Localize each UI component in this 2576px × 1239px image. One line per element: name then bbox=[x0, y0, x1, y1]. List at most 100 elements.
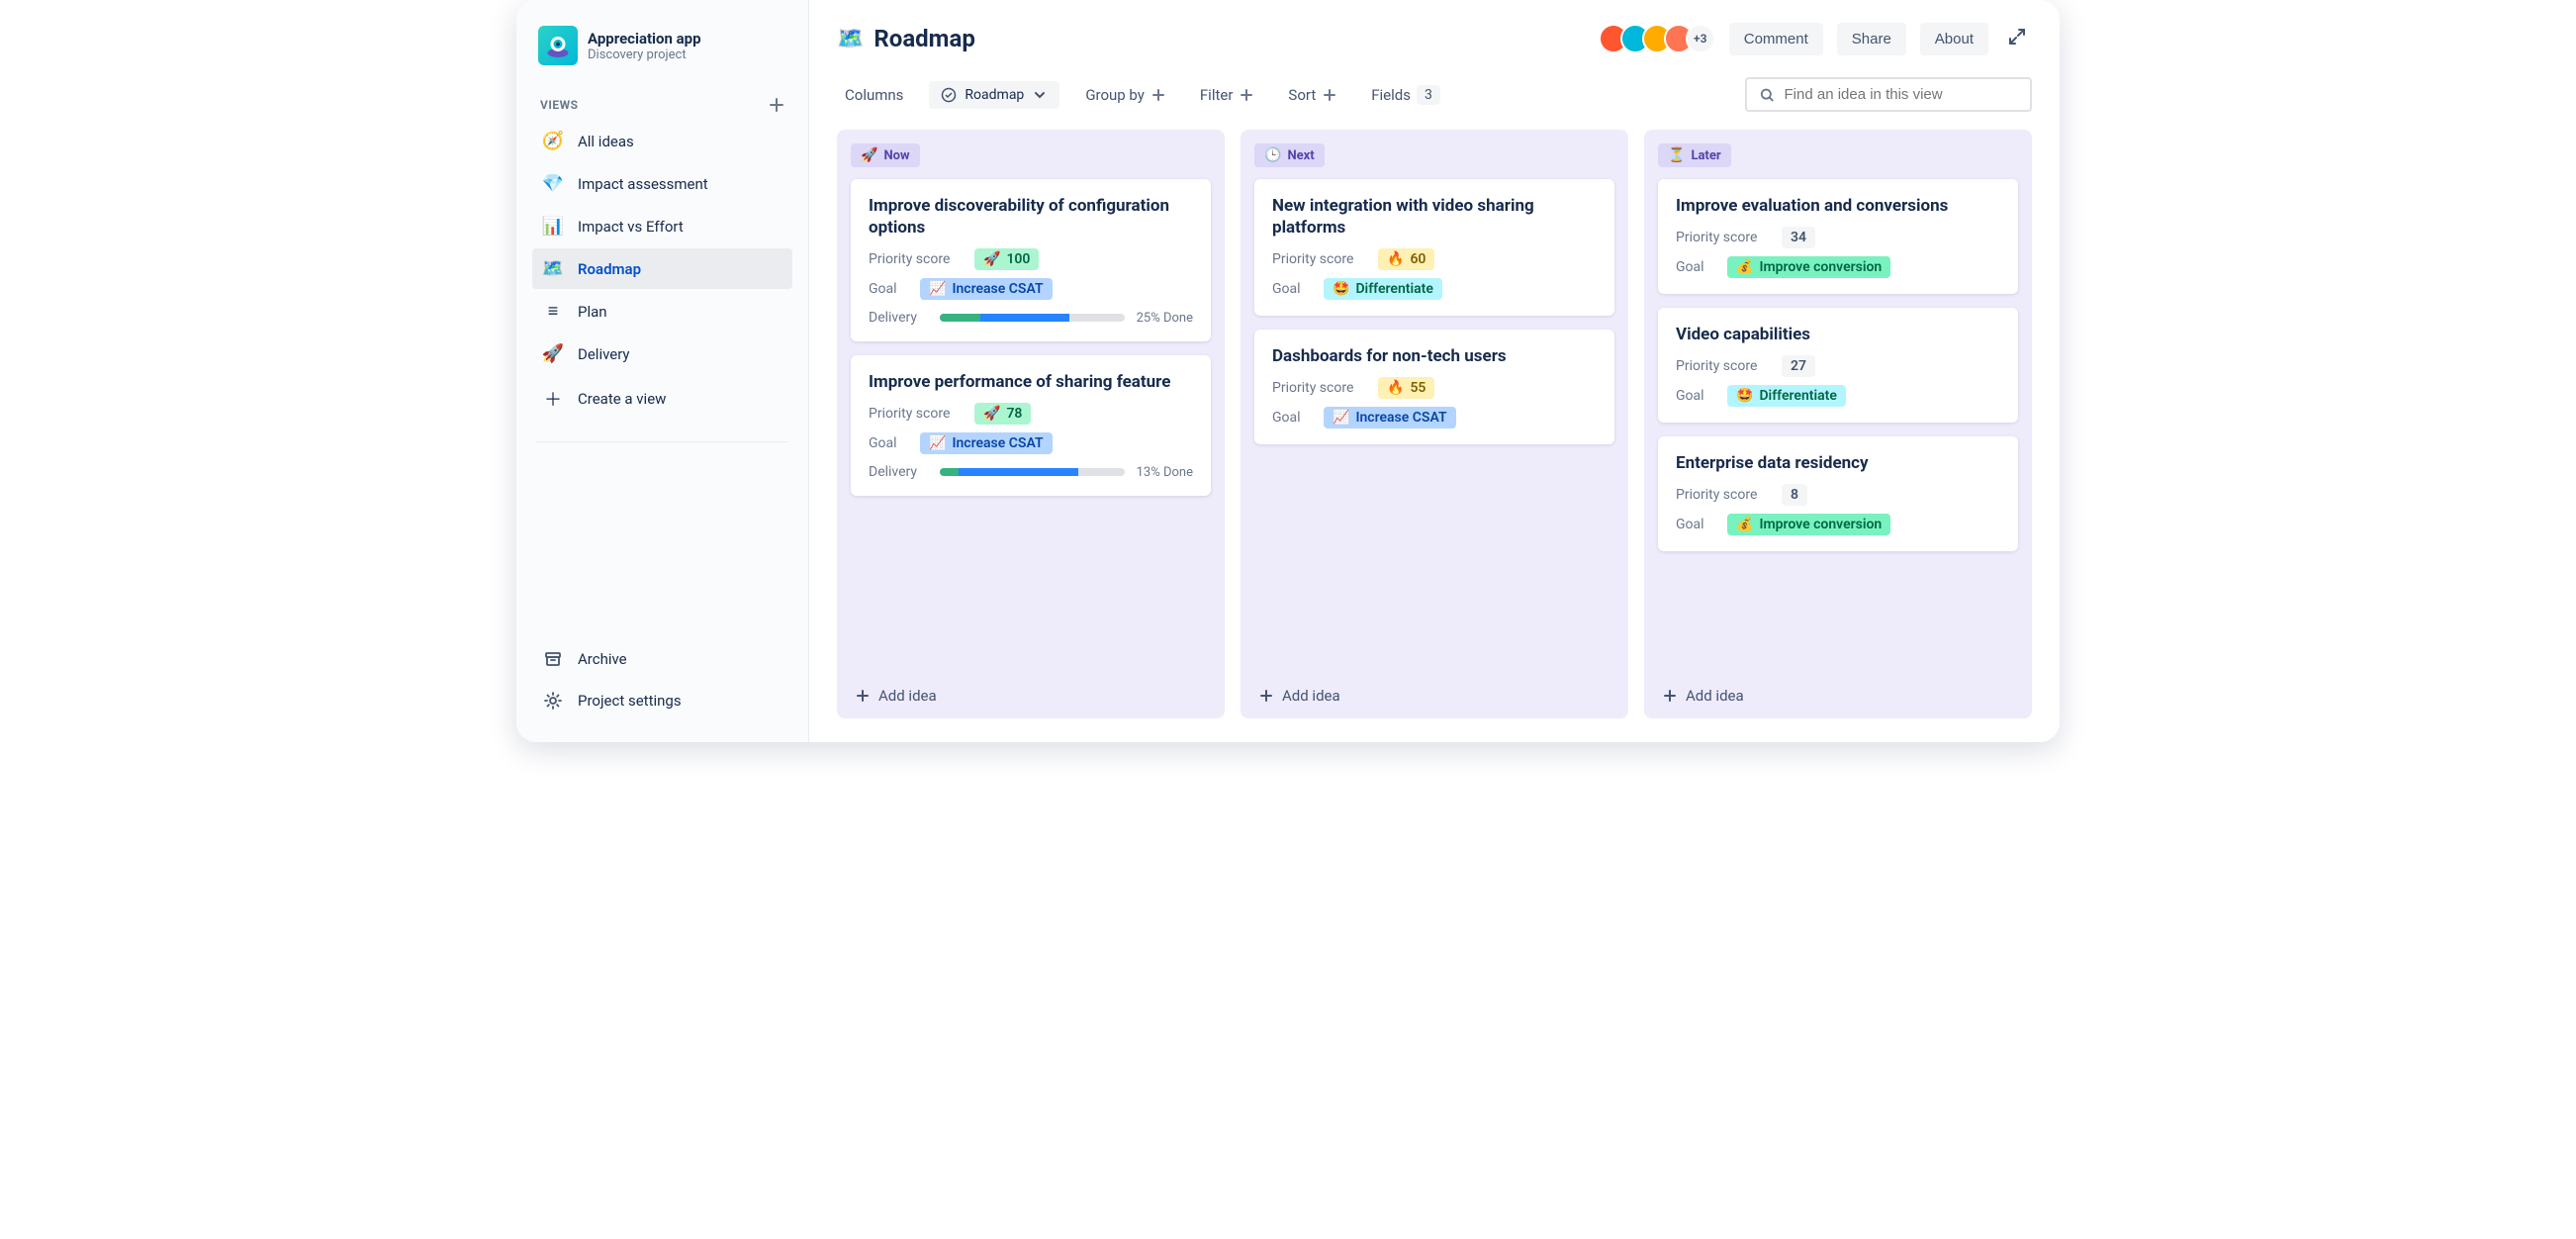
cards-container: New integration with video sharing platf… bbox=[1254, 179, 1614, 444]
goal-value: 📈 Increase CSAT bbox=[920, 278, 1053, 300]
goal-text: Improve conversion bbox=[1759, 259, 1882, 275]
columns-label: Columns bbox=[845, 86, 903, 104]
avatars[interactable]: +3 bbox=[1599, 24, 1715, 53]
board: 🚀NowImprove discoverability of configura… bbox=[809, 126, 2060, 742]
goal-label: Goal bbox=[1676, 259, 1715, 275]
later-icon: ⏳ bbox=[1668, 147, 1685, 163]
column-selector[interactable]: Roadmap bbox=[929, 81, 1059, 109]
sidebar-footer: ArchiveProject settings bbox=[532, 637, 792, 722]
delivery-label: Delivery bbox=[869, 464, 928, 480]
card-title: Enterprise data residency bbox=[1676, 452, 2000, 474]
sidebar-item-label: Create a view bbox=[578, 390, 666, 408]
column-title: Next bbox=[1287, 148, 1314, 163]
priority-number: 60 bbox=[1410, 251, 1426, 267]
delivery-icon: 🚀 bbox=[542, 343, 564, 364]
priority-label: Priority score bbox=[1676, 230, 1770, 245]
sidebar-item-plan[interactable]: ≡ Plan bbox=[532, 291, 792, 332]
project-header[interactable]: Appreciation app Discovery project bbox=[532, 20, 792, 83]
sidebar-item-roadmap[interactable]: 🗺️Roadmap bbox=[532, 248, 792, 289]
add-idea-button[interactable]: Add idea bbox=[1254, 675, 1614, 705]
goal-row: Goal📈Increase CSAT bbox=[869, 278, 1193, 300]
expand-icon[interactable] bbox=[2002, 22, 2032, 55]
goal-icon: 📈 bbox=[929, 281, 946, 297]
add-idea-label: Add idea bbox=[1282, 687, 1340, 705]
sidebar-footer-project-settings[interactable]: Project settings bbox=[532, 681, 792, 720]
card-title: New integration with video sharing platf… bbox=[1272, 195, 1597, 238]
project-subtitle: Discovery project bbox=[588, 48, 701, 62]
add-idea-button[interactable]: Add idea bbox=[851, 675, 1211, 705]
delivery-row: Delivery25% Done bbox=[869, 310, 1193, 326]
views-nav: 🧭All ideas💎Impact assessment📊Impact vs E… bbox=[532, 119, 792, 424]
delivery-row: Delivery13% Done bbox=[869, 464, 1193, 480]
delivery-text: 25% Done bbox=[1137, 311, 1193, 326]
project-name: Appreciation app bbox=[588, 30, 701, 48]
sidebar-item-delivery[interactable]: 🚀 Delivery bbox=[532, 334, 792, 374]
priority-label: Priority score bbox=[1272, 380, 1366, 396]
goal-row: Goal📈Increase CSAT bbox=[869, 432, 1193, 454]
roadmap-icon: 🗺️ bbox=[542, 258, 564, 279]
sidebar-item-create-a-view[interactable]: ＋Create a view bbox=[532, 376, 792, 422]
card-title: Dashboards for non-tech users bbox=[1272, 345, 1597, 367]
column-header-later[interactable]: ⏳Later bbox=[1658, 143, 1731, 167]
priority-label: Priority score bbox=[1272, 251, 1366, 267]
priority-row: Priority score🚀78 bbox=[869, 403, 1193, 425]
search-input[interactable] bbox=[1785, 86, 2018, 103]
column-header-next[interactable]: 🕒 Next bbox=[1254, 143, 1325, 167]
idea-card[interactable]: Video capabilitiesPriority score27Goal🤩D… bbox=[1658, 308, 2018, 423]
column-title: Now bbox=[883, 148, 909, 163]
plus-icon bbox=[1662, 688, 1678, 704]
avatar-overflow[interactable]: +3 bbox=[1686, 24, 1715, 53]
idea-card[interactable]: Improve performance of sharing featurePr… bbox=[851, 355, 1211, 496]
plus-icon bbox=[855, 688, 871, 704]
priority-value: 8 bbox=[1782, 484, 1807, 506]
sidebar-item-label: Delivery bbox=[578, 345, 630, 363]
goal-icon: 📈 bbox=[1333, 410, 1349, 426]
about-button[interactable]: About bbox=[1920, 23, 1988, 55]
sidebar-item-all-ideas[interactable]: 🧭All ideas bbox=[532, 121, 792, 161]
sort-control[interactable]: Sort bbox=[1280, 80, 1345, 110]
sidebar-item-label: Impact assessment bbox=[578, 175, 708, 193]
goal-text: Increase CSAT bbox=[952, 281, 1043, 297]
goal-text: Increase CSAT bbox=[952, 435, 1043, 451]
sidebar-item-impact-assessment[interactable]: 💎Impact assessment bbox=[532, 163, 792, 204]
filter-control[interactable]: Filter bbox=[1192, 80, 1263, 110]
idea-card[interactable]: New integration with video sharing platf… bbox=[1254, 179, 1614, 316]
add-view-icon[interactable] bbox=[769, 97, 784, 113]
idea-card[interactable]: Improve discoverability of configuration… bbox=[851, 179, 1211, 341]
idea-card[interactable]: Improve evaluation and conversions Priori… bbox=[1658, 179, 2018, 294]
priority-value: 🔥55 bbox=[1378, 377, 1434, 399]
priority-row: Priority score🚀100 bbox=[869, 248, 1193, 270]
priority-number: 8 bbox=[1791, 487, 1798, 503]
views-section-header: VIEWS bbox=[532, 83, 792, 119]
board-column-later: ⏳Later Improve evaluation and conversions… bbox=[1644, 130, 2032, 718]
idea-card[interactable]: Dashboards for non-tech users Priority sc… bbox=[1254, 330, 1614, 444]
priority-row: Priority score34 bbox=[1676, 227, 2000, 248]
goal-value: 💰Improve conversion bbox=[1727, 514, 1890, 535]
priority-label: Priority score bbox=[869, 406, 963, 422]
idea-card[interactable]: Enterprise data residencyPriority score8… bbox=[1658, 436, 2018, 551]
columns-control[interactable]: Columns bbox=[837, 80, 911, 110]
goal-label: Goal bbox=[1676, 388, 1715, 404]
groupby-control[interactable]: Group by bbox=[1077, 80, 1174, 110]
share-button[interactable]: Share bbox=[1837, 23, 1906, 55]
plan-icon: ≡ bbox=[542, 301, 564, 322]
sidebar-item-impact-vs-effort[interactable]: 📊Impact vs Effort bbox=[532, 206, 792, 246]
add-idea-button[interactable]: Add idea bbox=[1658, 675, 2018, 705]
priority-value: 27 bbox=[1782, 355, 1815, 377]
next-icon: 🕒 bbox=[1264, 147, 1281, 163]
goal-icon: 🤩 bbox=[1736, 388, 1753, 404]
chevron-down-icon bbox=[1032, 87, 1048, 103]
search-input-wrap[interactable] bbox=[1745, 77, 2032, 112]
sidebar-item-label: Plan bbox=[578, 303, 607, 321]
column-header-now[interactable]: 🚀Now bbox=[851, 143, 920, 167]
comment-button[interactable]: Comment bbox=[1729, 23, 1823, 55]
project-icon bbox=[538, 26, 578, 65]
plus-icon bbox=[1150, 87, 1166, 103]
goal-row: Goal📈Increase CSAT bbox=[1272, 407, 1597, 429]
priority-label: Priority score bbox=[1676, 358, 1770, 374]
priority-icon: 🚀 bbox=[983, 406, 1000, 422]
fields-control[interactable]: Fields 3 bbox=[1363, 79, 1448, 111]
sidebar-footer-archive[interactable]: Archive bbox=[532, 639, 792, 679]
card-title: Improve evaluation and conversions bbox=[1676, 195, 2000, 217]
sort-label: Sort bbox=[1288, 86, 1316, 104]
